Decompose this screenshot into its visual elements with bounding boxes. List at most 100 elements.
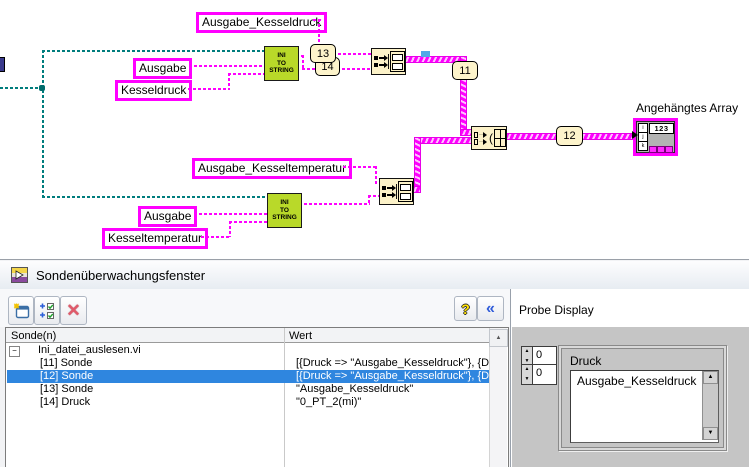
spinner-arrows[interactable]: ▲ ▼ [522, 365, 533, 384]
array-index-k: k [638, 141, 648, 151]
wire-array2-into-concat[interactable] [417, 137, 474, 144]
wire-const2-out[interactable] [343, 166, 377, 168]
array-elements-icon [390, 51, 405, 72]
build-array-node-2[interactable] [379, 178, 414, 205]
wire-kesseldruck-c[interactable] [228, 73, 264, 75]
labview-vi-icon [11, 267, 28, 283]
new-window-icon [13, 303, 29, 319]
tree-row-label: [14] Druck [40, 396, 91, 408]
blue-selection-marker [421, 51, 430, 57]
wire-ini-left[interactable] [0, 87, 43, 89]
help-question-icon: ? [461, 300, 470, 317]
indicator-label[interactable]: Angehängtes Array [636, 101, 738, 115]
column-header-wert[interactable]: Wert [289, 330, 312, 342]
probe-11[interactable]: 11 [452, 61, 478, 80]
string-glyph-icon [665, 146, 673, 153]
string-constant-ausgabe-bottom[interactable]: Ausgabe [138, 206, 198, 227]
probe-13[interactable]: 13 [310, 44, 336, 63]
spinner-up-icon[interactable]: ▲ [522, 365, 532, 375]
array-index-spinner-bottom[interactable]: ▲ ▼ 0 [521, 364, 557, 385]
build-array-inputs-icon [372, 54, 389, 69]
string-constant-kesseldruck[interactable]: Kesseldruck [115, 80, 193, 101]
column-header-sonde[interactable]: Sonde(n) [11, 330, 56, 342]
wire-kesseldruck-b[interactable] [228, 73, 230, 89]
string-constant-kesseltemperatur[interactable]: Kesseltemperatur [102, 228, 209, 249]
tree-row-probe14[interactable]: [14] Druck "0_PT_2(mi)" [7, 396, 489, 409]
block-diagram: Ausgabe_Kesseldruck Ausgabe Kesseldruck … [0, 0, 749, 259]
string-box-scrollbar[interactable]: ▲ ▼ [702, 371, 718, 440]
tree-row-label: Ini_datei_auslesen.vi [38, 344, 141, 356]
probe-12[interactable]: 12 [556, 126, 583, 146]
string-constant-ausgabe-kesseltemperatur[interactable]: Ausgabe_Kesseltemperatur [192, 158, 353, 179]
scroll-up-arrow-icon: ▲ [707, 374, 714, 380]
string-constant-ausgabe-top[interactable]: Ausgabe [133, 58, 193, 79]
tree-row-value: [{Druck => "Ausgabe_Kesseldruck"}, {D [296, 357, 490, 369]
wire-concat-out[interactable] [505, 133, 560, 140]
scroll-down-button[interactable]: ▼ [703, 427, 718, 440]
ini-to-string-node-2[interactable]: INI TO STRING [267, 193, 302, 228]
wire-const1-down[interactable] [318, 19, 320, 46]
spinner-up-icon[interactable]: ▲ [522, 347, 532, 357]
array-index-value[interactable]: 0 [533, 365, 556, 384]
tree-row-value: "Ausgabe_Kesseldruck" [296, 383, 414, 395]
collapse-pane-button[interactable]: « [477, 296, 504, 321]
wire-kesseltemp-b[interactable] [229, 221, 231, 237]
ini-node-text: TO [280, 206, 289, 214]
scroll-up-button[interactable]: ▲ [703, 371, 718, 384]
array-indicator-terminal[interactable]: i j k 123 [632, 118, 678, 156]
string-display-box[interactable]: Ausgabe_Kesseldruck ▲ ▼ [570, 370, 719, 443]
array-elements-icon [398, 181, 413, 202]
wire-ausgabe2[interactable] [194, 213, 267, 215]
concat-inputs-icon: ·· ·· [472, 131, 487, 146]
wire-kesseltemp-c[interactable] [229, 221, 267, 223]
ini-node-text: INI [277, 52, 286, 60]
help-button[interactable]: ? [454, 296, 477, 321]
wire-ini-vertical[interactable] [42, 50, 44, 198]
probe-display-pane: Probe Display ▲ ▼ 0 ▲ ▼ 0 Druck Ausgabe_… [511, 289, 749, 467]
chevrons-left-icon: « [486, 299, 495, 317]
wire-kesseltemp-a[interactable] [201, 236, 231, 238]
spinner-down-icon[interactable]: ▼ [522, 375, 532, 385]
delete-probe-button[interactable]: ✕ [60, 296, 87, 325]
tree-row-probe13[interactable]: [13] Sonde "Ausgabe_Kesseldruck" [7, 383, 489, 396]
tree-row-label: [11] Sonde [40, 357, 93, 369]
add-probe-button[interactable] [34, 296, 60, 325]
delete-x-icon: ✕ [66, 300, 81, 320]
wire-ausgabe1[interactable] [189, 65, 264, 67]
concat-grid-icon [494, 129, 506, 147]
wire-probe12-to-indicator[interactable] [579, 133, 637, 140]
wire-ini2-out-a[interactable] [299, 203, 370, 205]
build-array-node-1[interactable] [371, 48, 406, 75]
wire-ini-bottom[interactable] [42, 196, 267, 198]
labview-screen: Ausgabe_Kesseldruck Ausgabe Kesseldruck … [0, 0, 749, 467]
numeric-123-icon: 123 [649, 123, 674, 134]
ini-to-string-node-1[interactable]: INI TO STRING [264, 46, 299, 81]
probe-tree-panel: Sonde(n) Wert − Ini_datei_auslesen.vi [1… [5, 327, 509, 467]
wire-kesseldruck-a[interactable] [188, 88, 230, 90]
tree-scrollbar[interactable] [489, 328, 507, 467]
tree-row-vi[interactable]: − Ini_datei_auslesen.vi [7, 344, 489, 357]
collapse-expander-icon[interactable]: − [9, 346, 20, 357]
concat-paren-icon: ( [489, 131, 493, 145]
wire-array2-up[interactable] [414, 137, 421, 193]
string-constant-ausgabe-kesseldruck[interactable]: Ausgabe_Kesseldruck [196, 12, 328, 33]
clipped-terminal[interactable] [0, 57, 5, 72]
scroll-down-arrow-icon: ▼ [707, 430, 714, 436]
probe-watch-window: Sondenüberwachungsfenster ✕ ? « Sonde(n)… [0, 259, 749, 467]
wire-ini1-out-b[interactable] [302, 55, 304, 69]
wire-probe13-to-build[interactable] [333, 53, 371, 55]
window-titlebar[interactable]: Sondenüberwachungsfenster [0, 261, 749, 290]
ini-node-text: INI [280, 199, 289, 207]
concatenate-arrays-node[interactable]: ·· ·· ( [471, 126, 507, 150]
tree-row-probe11[interactable]: [11] Sonde [{Druck => "Ausgabe_Kesseldru… [7, 357, 489, 370]
tree-row-probe12-selected[interactable]: [12] Sonde [{Druck => "Ausgabe_Kesseldru… [7, 370, 489, 383]
open-probe-window-button[interactable] [8, 296, 34, 325]
scroll-up-button[interactable]: ▲ [489, 329, 508, 347]
probe-display-canvas: ▲ ▼ 0 ▲ ▼ 0 Druck Ausgabe_Kesseldruck ▲ … [512, 327, 749, 467]
wire-const2-down[interactable] [375, 166, 377, 186]
tree-header: Sonde(n) Wert [6, 328, 506, 343]
cluster-element-label: Druck [570, 354, 602, 368]
tree-row-label: [12] Sonde [40, 370, 94, 382]
scroll-up-arrow-icon: ▲ [495, 335, 502, 341]
wire-ini-top[interactable] [42, 50, 264, 52]
